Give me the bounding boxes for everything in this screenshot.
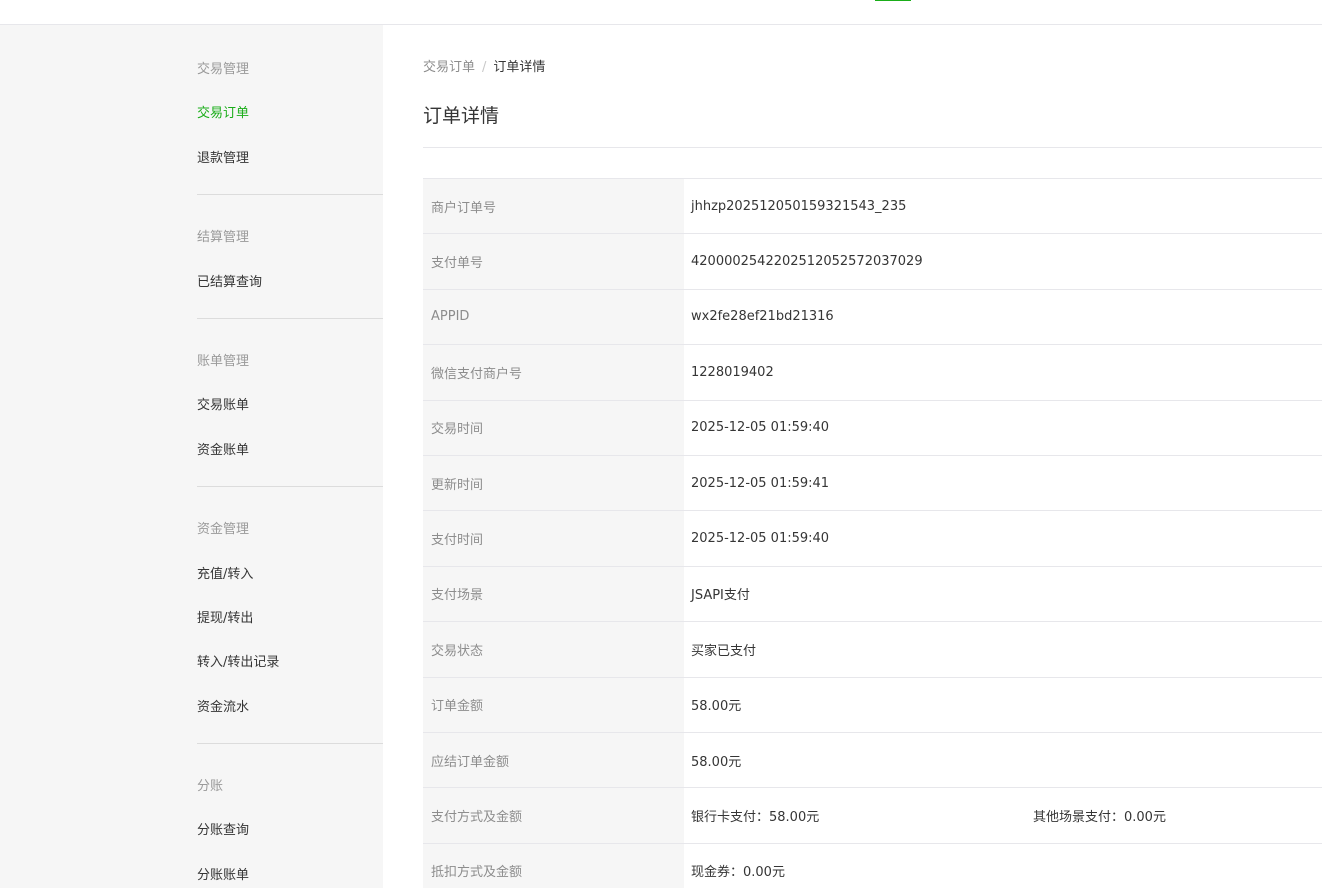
nav-divider (197, 743, 383, 744)
detail-row-update-time: 更新时间 2025-12-05 01:59:41 (423, 455, 1322, 512)
detail-label: 订单金额 (423, 677, 684, 732)
detail-row-pay-method-amount: 支付方式及金额 银行卡支付：58.00元 其他场景支付：0.00元 (423, 788, 1322, 844)
detail-value: 买家已支付 (691, 643, 757, 659)
detail-row-order-amount: 订单金额 58.00元 (423, 677, 1322, 733)
detail-value: 58.00元 (691, 699, 742, 715)
detail-label: 更新时间 (423, 455, 684, 511)
breadcrumb-current: 订单详情 (493, 60, 546, 75)
nav-group-title-profit-sharing: 分账 (197, 779, 224, 794)
detail-row-pay-time: 支付时间 2025-12-05 01:59:40 (423, 511, 1322, 567)
nav-item-settled-query[interactable]: 已结算查询 (197, 271, 262, 290)
main-content: 交易订单 / 订单详情 订单详情 商户订单号 jhhzp20251205015932… (383, 25, 1322, 888)
nav-divider (197, 486, 383, 487)
detail-value: 2025-12-05 01:59:41 (691, 475, 830, 491)
nav-group-title-bills: 账单管理 (197, 354, 250, 369)
nav-group-title-settlement: 结算管理 (197, 230, 250, 245)
detail-value: 2025-12-05 01:59:40 (691, 420, 830, 436)
detail-value: 58.00元 (691, 754, 742, 770)
detail-value: wx2fe28ef21bd21316 (691, 309, 834, 325)
sidebar (0, 25, 383, 888)
breadcrumb-parent-link[interactable]: 交易订单 (423, 60, 475, 75)
detail-row-trade-status: 交易状态 买家已支付 (423, 622, 1322, 678)
detail-label: 交易状态 (423, 622, 684, 677)
breadcrumb: 交易订单 / 订单详情 (423, 56, 545, 75)
detail-label: 应结订单金额 (423, 732, 684, 788)
detail-label: 微信支付商户号 (423, 345, 684, 400)
detail-label: 支付方式及金额 (423, 788, 684, 843)
nav-item-fund-bill[interactable]: 资金账单 (197, 439, 249, 458)
nav-group-title-funds: 资金管理 (197, 522, 250, 537)
detail-row-appid: APPID wx2fe28ef21bd21316 (423, 289, 1322, 346)
detail-label: 支付时间 (423, 511, 684, 566)
detail-value: 2025-12-05 01:59:40 (691, 531, 830, 547)
top-nav-active-indicator (875, 0, 911, 1)
detail-value: 现金券：0.00元 (691, 865, 785, 881)
detail-value: JSAPI支付 (691, 588, 750, 604)
detail-value: jhhzp202512050159321543_235 (691, 198, 907, 214)
nav-divider (197, 318, 383, 319)
page-title: 订单详情 (423, 105, 500, 127)
nav-item-refunds[interactable]: 退款管理 (197, 147, 249, 166)
top-nav-bar (0, 0, 1322, 25)
nav-item-profit-sharing-bill[interactable]: 分账账单 (197, 864, 249, 883)
detail-value-group: 银行卡支付：58.00元 其他场景支付：0.00元 (684, 788, 1322, 842)
nav-divider (197, 194, 383, 195)
nav-item-trade-bill[interactable]: 交易账单 (197, 394, 249, 413)
nav-item-profit-sharing-query[interactable]: 分账查询 (197, 819, 249, 838)
detail-label: 支付单号 (423, 234, 684, 289)
detail-value: 1228019402 (691, 364, 774, 380)
nav-item-recharge[interactable]: 充值/转入 (197, 563, 253, 582)
detail-row-deduction-amount: 抵扣方式及金额 现金券：0.00元 (423, 843, 1322, 888)
detail-label: 交易时间 (423, 400, 684, 455)
detail-label: 支付场景 (423, 566, 684, 622)
detail-value: 4200002542202512052572037029 (691, 254, 923, 270)
detail-label: 商户订单号 (423, 179, 684, 234)
nav-item-withdraw[interactable]: 提现/转出 (197, 607, 253, 626)
title-divider (423, 147, 1322, 148)
nav-item-fund-flow[interactable]: 资金流水 (197, 696, 249, 715)
detail-value: 银行卡支付：58.00元 (691, 809, 820, 825)
detail-label: APPID (423, 289, 684, 345)
breadcrumb-separator: / (482, 60, 487, 75)
detail-row-settle-amount: 应结订单金额 58.00元 (423, 732, 1322, 789)
detail-row-pay-scene: 支付场景 JSAPI支付 (423, 566, 1322, 623)
order-detail-table: 商户订单号 jhhzp202512050159321543_235 支付单号 4… (423, 178, 1322, 888)
detail-row-trade-time: 交易时间 2025-12-05 01:59:40 (423, 400, 1322, 456)
detail-label: 抵扣方式及金额 (423, 843, 684, 888)
detail-value-secondary: 其他场景支付：0.00元 (1033, 809, 1166, 825)
nav-item-trade-orders[interactable]: 交易订单 (197, 102, 249, 121)
detail-row-wechat-merchant-id: 微信支付商户号 1228019402 (423, 345, 1322, 401)
nav-group-title-trade: 交易管理 (197, 62, 250, 77)
detail-row-merchant-order-no: 商户订单号 jhhzp202512050159321543_235 (423, 179, 1322, 235)
detail-row-payment-no: 支付单号 4200002542202512052572037029 (423, 234, 1322, 290)
nav-item-transfer-records[interactable]: 转入/转出记录 (197, 651, 279, 670)
